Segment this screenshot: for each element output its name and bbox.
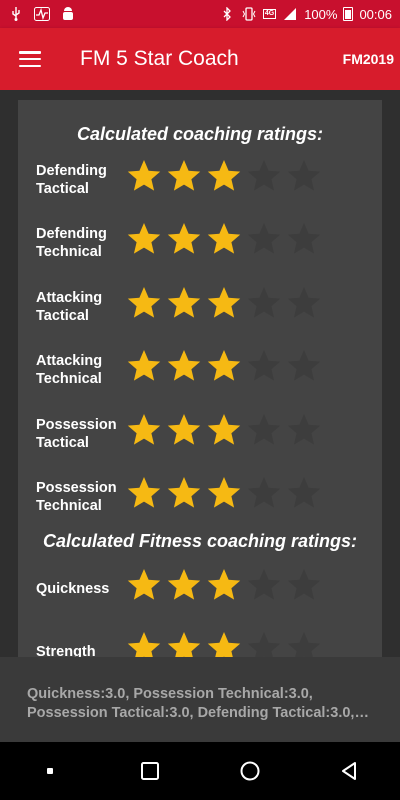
rating-row: Defending Tactical — [18, 158, 382, 218]
pulse-monitor-icon — [34, 7, 50, 21]
rating-label: Defending Tactical — [36, 163, 107, 197]
star-rating — [126, 475, 322, 511]
filled-star-icon — [126, 158, 162, 194]
empty-star-icon — [286, 221, 322, 257]
empty-star-icon — [246, 475, 282, 511]
android-debug-icon — [60, 7, 76, 21]
empty-star-icon — [246, 285, 282, 321]
clock: 00:06 — [359, 6, 392, 22]
star-rating — [126, 221, 322, 257]
home-button[interactable] — [230, 751, 270, 791]
filled-star-icon — [166, 475, 202, 511]
star-rating — [126, 567, 322, 603]
filled-star-icon — [126, 348, 162, 384]
filled-star-icon — [206, 221, 242, 257]
filled-star-icon — [166, 412, 202, 448]
filled-star-icon — [166, 348, 202, 384]
filled-star-icon — [206, 412, 242, 448]
vibrate-icon — [241, 7, 257, 21]
home-icon — [240, 761, 260, 781]
navigation-bar — [0, 742, 400, 800]
battery-icon — [343, 7, 354, 21]
menu-button[interactable] — [0, 28, 60, 90]
status-bar: 4G 100% 00:06 — [0, 0, 400, 28]
star-rating — [126, 348, 322, 384]
empty-star-icon — [246, 412, 282, 448]
rating-row: Possession Tactical — [18, 412, 382, 472]
coaching-section-title: Calculated coaching ratings: — [76, 124, 324, 144]
app-title: FM 5 Star Coach — [80, 47, 239, 70]
filled-star-icon — [206, 348, 242, 384]
rating-label: Strength — [36, 644, 96, 657]
filled-star-icon — [166, 221, 202, 257]
dot-icon — [47, 768, 53, 774]
hamburger-menu-icon — [19, 51, 41, 67]
rating-row: Quickness — [18, 567, 382, 627]
rating-row: Attacking Technical — [18, 348, 382, 408]
empty-star-icon — [246, 158, 282, 194]
filled-star-icon — [206, 567, 242, 603]
content-area[interactable]: Calculated coaching ratings: Defending T… — [0, 90, 400, 657]
bluetooth-icon — [219, 7, 235, 21]
app-bar: FM 5 Star Coach FM2019 — [0, 28, 400, 90]
filled-star-icon — [206, 630, 242, 657]
star-rating — [126, 285, 322, 321]
empty-star-icon — [246, 567, 282, 603]
empty-star-icon — [286, 412, 322, 448]
rating-label: Quickness — [36, 581, 110, 597]
empty-star-icon — [286, 158, 322, 194]
empty-star-icon — [246, 630, 282, 657]
recents-icon — [141, 762, 159, 780]
rating-row: Strength — [18, 630, 382, 657]
filled-star-icon — [126, 475, 162, 511]
ratings-card: Calculated coaching ratings: Defending T… — [18, 100, 382, 657]
rating-label: Attacking Technical — [36, 353, 103, 388]
rating-label: Possession Technical — [36, 480, 117, 514]
filled-star-icon — [126, 221, 162, 257]
rating-label: Defending Technical — [36, 226, 107, 261]
empty-star-icon — [246, 348, 282, 384]
ratings-summary: Quickness:3.0, Possession Technical:3.0,… — [0, 657, 400, 742]
star-rating — [126, 412, 322, 448]
rating-row: Attacking Tactical — [18, 285, 382, 345]
summary-line-2: Possession Tactical:3.0, Defending Tacti… — [27, 705, 369, 721]
dot-button[interactable] — [30, 751, 70, 791]
usb-icon — [8, 7, 24, 21]
star-rating — [126, 630, 322, 657]
rating-row: Possession Technical — [18, 475, 382, 535]
rating-label: Attacking Tactical — [36, 289, 103, 324]
empty-star-icon — [286, 285, 322, 321]
star-rating — [126, 158, 322, 194]
recents-button[interactable] — [130, 751, 170, 791]
filled-star-icon — [126, 630, 162, 657]
filled-star-icon — [166, 567, 202, 603]
rating-label: Possession Tactical — [36, 416, 117, 451]
signal-icon — [282, 7, 298, 21]
filled-star-icon — [206, 475, 242, 511]
empty-star-icon — [286, 630, 322, 657]
network-type-indicator: 4G — [262, 9, 277, 19]
filled-star-icon — [166, 158, 202, 194]
fitness-section-title: Calculated Fitness coaching ratings: — [42, 531, 358, 551]
filled-star-icon — [126, 285, 162, 321]
back-button[interactable] — [330, 751, 370, 791]
filled-star-icon — [206, 158, 242, 194]
empty-star-icon — [286, 348, 322, 384]
filled-star-icon — [126, 412, 162, 448]
rating-row: Defending Technical — [18, 221, 382, 281]
battery-percent: 100% — [304, 6, 338, 22]
filled-star-icon — [166, 630, 202, 657]
empty-star-icon — [246, 221, 282, 257]
empty-star-icon — [286, 475, 322, 511]
filled-star-icon — [166, 285, 202, 321]
filled-star-icon — [126, 567, 162, 603]
back-icon — [342, 762, 356, 780]
filled-star-icon — [206, 285, 242, 321]
summary-line-1: Quickness:3.0, Possession Technical:3.0, — [27, 686, 313, 702]
version-badge: FM2019 — [342, 51, 394, 67]
empty-star-icon — [286, 567, 322, 603]
